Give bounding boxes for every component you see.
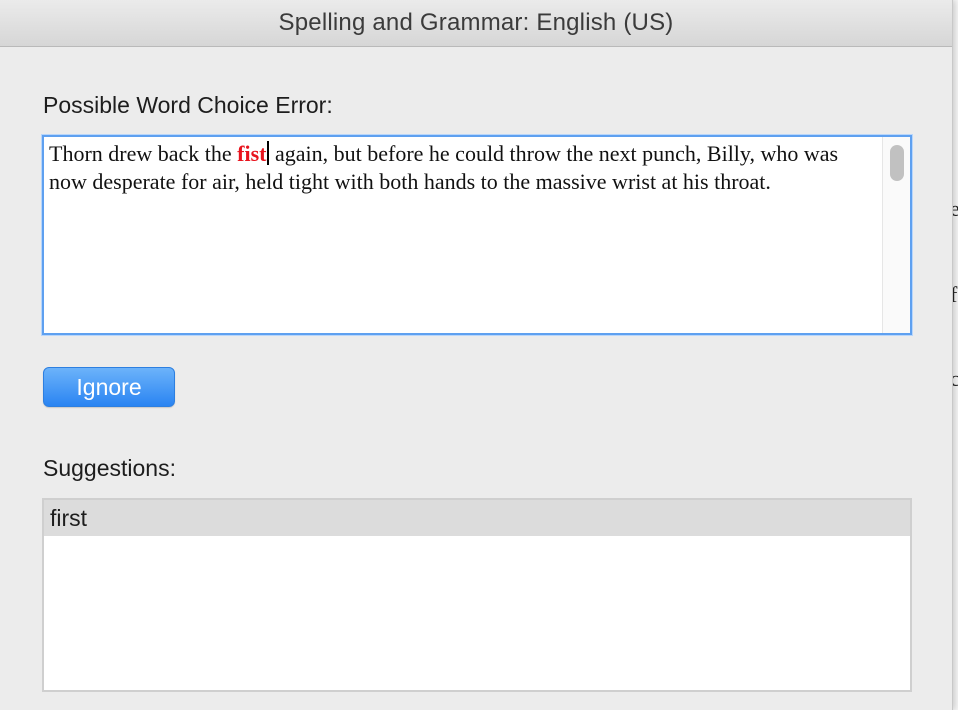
error-text-scrollbar[interactable]: [882, 137, 910, 333]
error-section-label: Possible Word Choice Error:: [43, 92, 333, 118]
error-sentence[interactable]: Thorn drew back the fist again, but befo…: [49, 140, 879, 196]
suggestions-list[interactable]: first: [42, 498, 912, 692]
scrollbar-thumb[interactable]: [890, 145, 904, 181]
ignore-button[interactable]: Ignore: [43, 367, 175, 407]
text-before-error: Thorn drew back the: [49, 141, 238, 166]
suggestions-label: Suggestions:: [43, 455, 176, 481]
spelling-grammar-window: Spelling and Grammar: English (US) Possi…: [0, 0, 953, 710]
window-title: Spelling and Grammar: English (US): [278, 9, 674, 36]
suggestion-item[interactable]: first: [44, 500, 910, 536]
error-word[interactable]: fist: [237, 141, 266, 166]
error-text-area[interactable]: Thorn drew back the fist again, but befo…: [42, 135, 912, 335]
window-titlebar[interactable]: Spelling and Grammar: English (US): [0, 0, 952, 47]
